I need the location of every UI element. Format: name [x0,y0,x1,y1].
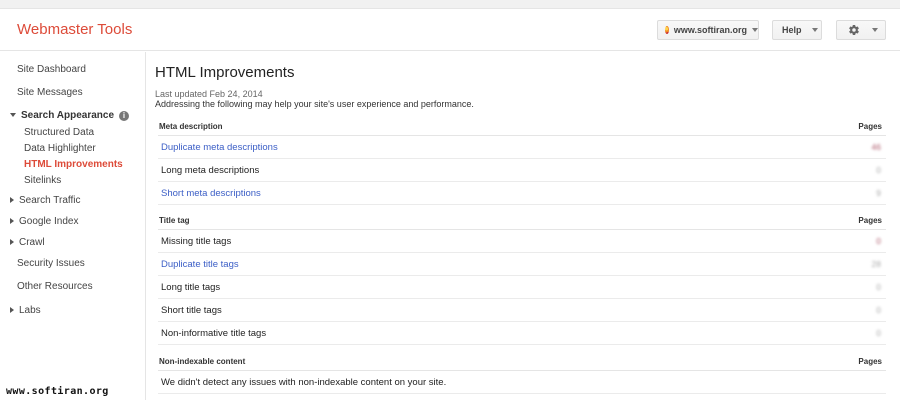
chevron-down-icon [872,28,878,32]
sidebar-item-site-dashboard[interactable]: Site Dashboard [17,64,86,75]
pages-column-header: Pages [858,216,882,225]
sidebar-item-html-improvements[interactable]: HTML Improvements [24,159,123,170]
page-count: 0 [876,305,881,315]
last-updated: Last updated Feb 24, 2014 [155,89,263,99]
sidebar-item-label: Search Appearance [21,110,115,121]
issue-label: Non-informative title tags [161,328,267,339]
sidebar-item-label: Crawl [19,237,45,248]
sidebar-item-security-issues[interactable]: Security Issues [17,258,85,269]
section-label: Meta description [159,122,223,131]
sidebar-item-crawl[interactable]: Crawl [10,237,45,248]
chevron-down-icon [752,28,758,32]
page-count: 0 [876,282,881,292]
gear-icon [849,25,859,36]
page-count: 0 [876,328,881,338]
sidebar-item-label: Site Messages [17,87,83,98]
issue-label: Missing title tags [161,236,232,247]
issue-link[interactable]: Short meta descriptions [161,188,261,199]
collapsed-triangle-icon [10,239,14,245]
watermark-text: www.softiran.org [6,386,109,397]
table-row[interactable]: Duplicate title tags 28 [158,253,886,276]
sidebar-item-site-messages[interactable]: Site Messages [17,87,83,98]
page-description: Addressing the following may help your s… [155,99,474,109]
sidebar-item-search-appearance[interactable]: Search Appearance i [10,110,130,121]
section-header-title-tag: Title tag Pages [158,212,886,230]
info-icon[interactable]: i [119,110,130,121]
main-content: HTML Improvements Last updated Feb 24, 2… [155,52,887,400]
sidebar-item-google-index[interactable]: Google Index [10,216,79,227]
collapsed-triangle-icon [10,218,14,224]
section-label: Title tag [159,216,190,225]
pages-column-header: Pages [858,357,882,366]
no-issues-message: We didn't detect any issues with non-ind… [161,377,447,388]
table-row: Long title tags 0 [158,276,886,299]
sidebar-item-search-traffic[interactable]: Search Traffic [10,195,81,206]
issue-link[interactable]: Duplicate title tags [161,259,239,270]
table-row: We didn't detect any issues with non-ind… [158,371,886,394]
help-button[interactable]: Help [772,20,822,40]
page-count: 0 [876,236,881,246]
collapsed-triangle-icon [10,307,14,313]
help-label: Help [782,25,802,35]
app-header: Webmaster Tools www.softiran.org Help [0,9,900,51]
issue-label: Short title tags [161,305,222,316]
app-title[interactable]: Webmaster Tools [17,21,132,38]
page-count: 46 [871,142,881,152]
sidebar-item-label: Search Traffic [19,195,81,206]
sidebar-item-label: Site Dashboard [17,64,86,75]
table-row: Long meta descriptions 0 [158,159,886,182]
collapsed-triangle-icon [10,197,14,203]
section-header-non-indexable: Non-indexable content Pages [158,353,886,371]
table-row: Missing title tags 0 [158,230,886,253]
table-row: Short title tags 0 [158,299,886,322]
sidebar-item-label: Labs [19,305,41,316]
page-count: 0 [876,165,881,175]
expanded-triangle-icon [10,113,16,117]
sidebar-item-sitelinks[interactable]: Sitelinks [24,175,61,186]
sidebar-item-label: Security Issues [17,258,85,269]
issue-label: Long title tags [161,282,221,293]
sidebar: Site Dashboard Site Messages Search Appe… [0,52,146,400]
issue-label: Long meta descriptions [161,165,260,176]
sidebar-item-label: Sitelinks [24,175,62,186]
sidebar-item-label: Structured Data [24,127,95,138]
table-row[interactable]: Short meta descriptions 9 [158,182,886,205]
settings-button[interactable] [836,20,886,40]
sidebar-item-structured-data[interactable]: Structured Data [24,127,94,138]
page-count: 28 [871,259,881,269]
sidebar-item-label: Data Highlighter [24,143,96,154]
section-label: Non-indexable content [159,357,246,366]
table-row[interactable]: Duplicate meta descriptions 46 [158,136,886,159]
sidebar-item-data-highlighter[interactable]: Data Highlighter [24,143,96,154]
section-header-meta-description: Meta description Pages [158,118,886,136]
table-row: Non-informative title tags 0 [158,322,886,345]
sidebar-item-labs[interactable]: Labs [10,305,41,316]
page-title: HTML Improvements [155,64,295,81]
site-selector[interactable]: www.softiran.org [657,20,759,40]
sidebar-item-label: HTML Improvements [24,159,123,170]
page-count: 9 [876,188,881,198]
sidebar-item-other-resources[interactable]: Other Resources [17,281,93,292]
site-favicon-icon [665,26,669,34]
issue-link[interactable]: Duplicate meta descriptions [161,142,278,153]
sidebar-item-label: Other Resources [17,281,93,292]
sidebar-item-label: Google Index [19,216,79,227]
top-strip [0,0,900,9]
pages-column-header: Pages [858,122,882,131]
chevron-down-icon [811,28,818,32]
site-name: www.softiran.org [673,25,747,35]
